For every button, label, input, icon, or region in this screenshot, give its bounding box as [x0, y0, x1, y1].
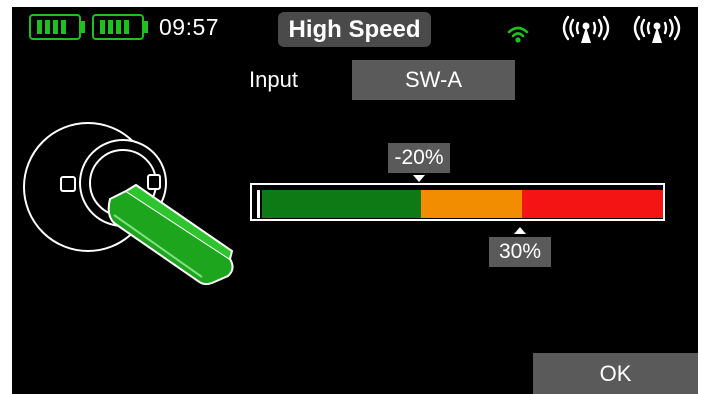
range-segment-mid — [421, 190, 522, 218]
high-limit-marker — [514, 227, 526, 234]
battery-icon — [92, 14, 148, 40]
high-limit-label[interactable]: 30% — [489, 237, 551, 267]
switch-illustration — [23, 122, 234, 286]
page-title-label: High Speed — [288, 15, 421, 43]
screen: 09:57 High Speed Input SW-A -20% 30% OK — [12, 7, 698, 394]
input-select[interactable]: SW-A — [352, 60, 515, 100]
antenna-signal-icon — [633, 15, 681, 43]
low-limit-label[interactable]: -20% — [388, 143, 450, 173]
clock: 09:57 — [159, 14, 220, 40]
antenna-signal-icon — [562, 15, 610, 43]
range-bar — [250, 183, 665, 221]
position-cursor — [257, 190, 260, 218]
low-limit-marker — [413, 175, 425, 182]
wifi-icon — [507, 26, 529, 43]
battery-icon — [29, 14, 85, 40]
ok-button[interactable]: OK — [533, 353, 698, 394]
input-value: SW-A — [404, 67, 463, 92]
high-limit-value: 30% — [498, 240, 542, 263]
input-label: Input — [249, 67, 298, 92]
range-segment-low — [262, 190, 421, 218]
ok-button-label: OK — [599, 360, 632, 386]
low-limit-value: -20% — [394, 146, 444, 169]
range-segment-high — [522, 190, 663, 218]
page-title: High Speed — [278, 12, 431, 47]
